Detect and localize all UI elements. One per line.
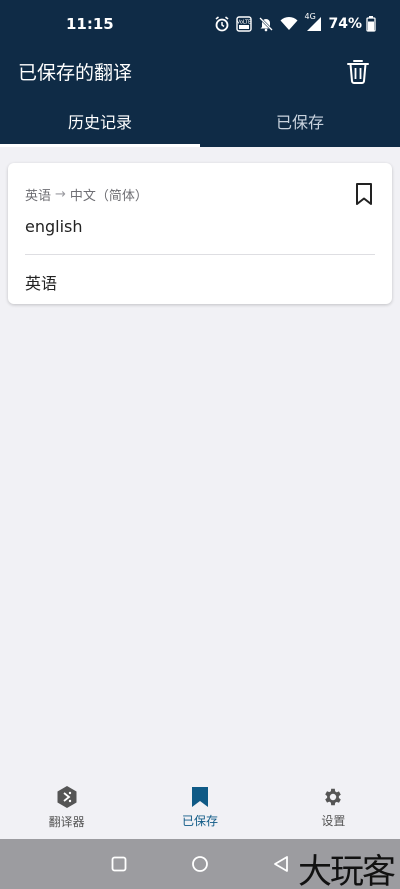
bookmark-button[interactable]: [354, 182, 374, 206]
signal-icon: [307, 17, 322, 31]
mute-icon: [259, 17, 274, 32]
language-pair: 英语 → 中文（简体）: [25, 185, 148, 204]
delete-all-button[interactable]: [346, 58, 370, 84]
battery-percent: 74%: [328, 16, 362, 32]
bookmark-icon: [191, 787, 208, 807]
gear-icon: [325, 788, 342, 806]
nav-saved-label: 已保存: [181, 814, 218, 828]
volte-icon: VoLTE: [236, 16, 253, 32]
watermark-logo: 大玩客: [298, 852, 396, 889]
card-divider: [25, 254, 375, 255]
recents-button[interactable]: [111, 856, 127, 872]
bottom-navigation: 翻译器 已保存 设置: [0, 776, 400, 839]
wifi-icon: [280, 16, 298, 30]
status-icons: VoLTE 4G 74%: [214, 12, 376, 32]
source-language: 英语: [25, 189, 52, 204]
source-text: english: [25, 217, 83, 236]
battery-icon: [366, 16, 376, 32]
alarm-icon: [215, 16, 229, 32]
status-bar: 11:15 VoLTE 4G 74%: [0, 0, 400, 48]
page-title: 已保存的翻译: [18, 61, 133, 84]
translator-icon: [57, 786, 77, 808]
status-time: 11:15: [66, 15, 114, 33]
battery-status: 74%: [328, 16, 376, 32]
arrow-right-icon: →: [55, 187, 66, 202]
home-button[interactable]: [191, 855, 209, 873]
tab-bar: 历史记录 已保存: [0, 94, 400, 147]
back-button[interactable]: [273, 855, 289, 873]
app-bar: 已保存的翻译: [0, 48, 400, 94]
translation-card[interactable]: 英语 → 中文（简体） english 英语: [8, 163, 392, 304]
signal-indicator: 4G: [304, 12, 322, 32]
nav-settings-label: 设置: [321, 814, 346, 828]
tab-history[interactable]: 历史记录: [0, 94, 200, 147]
nav-saved[interactable]: 已保存: [133, 776, 266, 839]
tab-saved[interactable]: 已保存: [200, 94, 400, 147]
nav-settings[interactable]: 设置: [267, 776, 400, 839]
svg-text:VoLTE: VoLTE: [237, 20, 251, 26]
translated-text: 英语: [25, 274, 58, 293]
nav-translator[interactable]: 翻译器: [0, 776, 133, 839]
nav-translator-label: 翻译器: [48, 815, 85, 829]
target-language: 中文（简体）: [69, 189, 148, 204]
